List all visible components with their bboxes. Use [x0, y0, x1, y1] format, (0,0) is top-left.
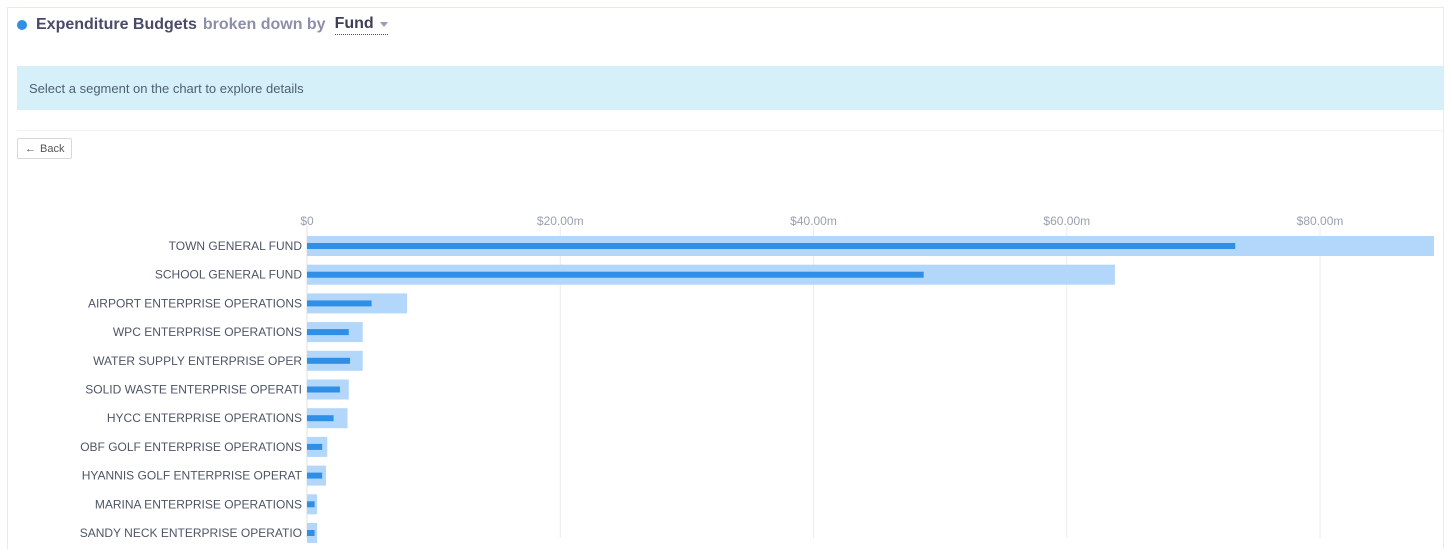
category-label: WPC ENTERPRISE OPERATIONS: [113, 325, 302, 339]
actual-bar[interactable]: [307, 300, 372, 307]
x-tick-label: $0: [300, 214, 314, 228]
actual-bar[interactable]: [307, 329, 349, 336]
x-tick-label: $80.00m: [1297, 214, 1344, 228]
x-tick-label: $40.00m: [790, 214, 837, 228]
x-tick-label: $20.00m: [537, 214, 584, 228]
actual-bar[interactable]: [307, 243, 1236, 249]
category-label: HYANNIS GOLF ENTERPRISE OPERAT: [82, 469, 303, 483]
actual-bar[interactable]: [307, 271, 924, 278]
actual-bar[interactable]: [307, 386, 340, 393]
actual-bar[interactable]: [307, 530, 315, 536]
x-tick-label: $60.00m: [1043, 214, 1090, 228]
category-label: AIRPORT ENTERPRISE OPERATIONS: [88, 296, 302, 310]
category-label: SCHOOL GENERAL FUND: [155, 268, 302, 282]
actual-bar[interactable]: [307, 415, 334, 422]
actual-bar[interactable]: [307, 443, 323, 450]
category-label: SANDY NECK ENTERPRISE OPERATIO: [80, 526, 302, 540]
actual-bar[interactable]: [307, 357, 351, 364]
category-label: TOWN GENERAL FUND: [169, 239, 303, 253]
category-label: OBF GOLF ENTERPRISE OPERATIONS: [80, 440, 302, 454]
category-label: WATER SUPPLY ENTERPRISE OPER: [93, 354, 302, 368]
category-label: SOLID WASTE ENTERPRISE OPERATI: [85, 383, 302, 397]
category-label: MARINA ENTERPRISE OPERATIONS: [95, 497, 302, 511]
category-label: HYCC ENTERPRISE OPERATIONS: [107, 411, 302, 425]
actual-bar[interactable]: [307, 472, 323, 479]
bar-chart: $0 $20.00m $40.00m $60.00m $80.00m TOWN GENER…: [80, 214, 1434, 543]
actual-bar[interactable]: [307, 501, 315, 508]
